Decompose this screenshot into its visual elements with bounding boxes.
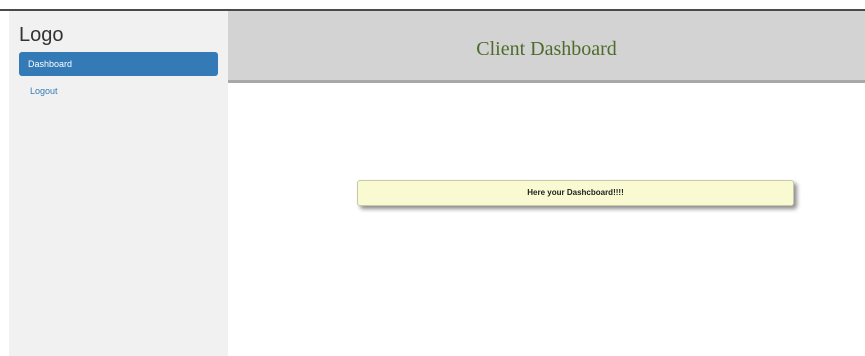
sidebar-item-logout[interactable]: Logout	[30, 85, 58, 97]
header-divider	[228, 80, 865, 83]
dashboard-message: Here your Dashcboard!!!!	[357, 180, 794, 206]
sidebar: Logo Dashboard Logout	[9, 11, 228, 356]
page: Logo Dashboard Logout Client Dashboard H…	[0, 0, 865, 356]
header-bar: Client Dashboard	[228, 11, 865, 80]
page-title: Client Dashboard	[476, 38, 617, 60]
logo: Logo	[19, 24, 64, 46]
sidebar-item-dashboard[interactable]: Dashboard	[19, 52, 218, 76]
